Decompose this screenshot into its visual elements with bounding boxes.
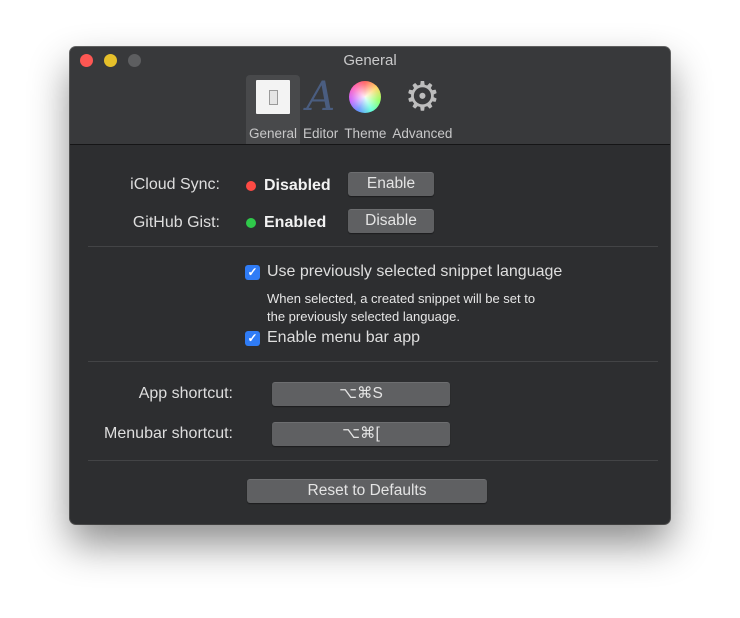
snippet-language-checkbox[interactable]: ✓ [245,264,260,280]
tab-label: Editor [303,126,339,141]
toggle-switch-icon [256,80,291,114]
preferences-window: General General A Editor Theme ⚙ Advance… [70,47,670,524]
reset-to-defaults-button[interactable]: Reset to Defaults [247,479,487,503]
status-dot-icon [246,181,256,191]
tab-label: General [249,126,298,141]
menu-bar-app-checkbox[interactable]: ✓ [245,330,260,346]
preference-tabs: General A Editor Theme ⚙ Advanced [246,75,455,144]
app-shortcut-label: App shortcut: [138,385,233,402]
github-gist-status: Enabled [246,214,326,232]
enable-icloud-button[interactable]: Enable [348,172,434,196]
divider [88,361,658,362]
color-wheel-icon [349,81,382,113]
gear-icon: ⚙ [404,75,441,119]
icloud-sync-label: iCloud Sync: [130,176,220,193]
disable-gist-button[interactable]: Disable [348,209,434,233]
app-shortcut-recorder[interactable]: ⌥⌘S [272,382,450,406]
tab-advanced[interactable]: ⚙ Advanced [389,75,455,144]
tab-general[interactable]: General [246,75,301,144]
window-title: General [343,52,397,69]
menubar-shortcut-label: Menubar shortcut: [104,425,233,442]
tab-editor[interactable]: A Editor [300,75,341,144]
icloud-sync-status: Disabled [246,177,331,195]
snippet-language-option[interactable]: ✓ Use previously selected snippet langua… [245,263,562,281]
snippet-language-help: When selected, a created snippet will be… [267,291,536,324]
tab-theme[interactable]: Theme [341,75,389,144]
menubar-shortcut-recorder[interactable]: ⌥⌘[ [272,422,450,446]
font-a-icon: A [306,74,336,120]
status-dot-icon [246,218,256,228]
toolbar: General General A Editor Theme ⚙ Advance… [70,47,670,145]
tab-label: Advanced [392,126,453,141]
tab-label: Theme [344,126,387,141]
github-gist-label: GitHub Gist: [132,214,220,231]
divider [88,460,658,461]
divider [88,246,658,247]
menu-bar-app-option[interactable]: ✓ Enable menu bar app [245,329,420,347]
